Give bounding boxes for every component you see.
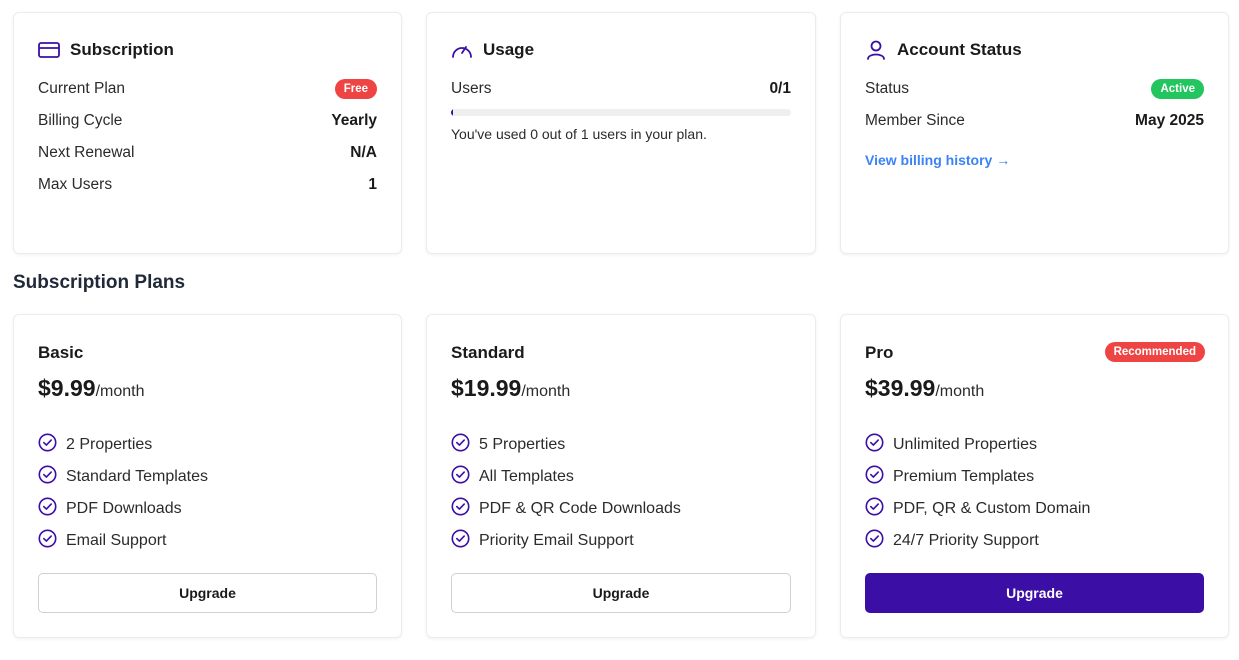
feature-text: All Templates [479,468,574,485]
plan-card-basic: Basic $9.99 /month 2 Properties Standard… [13,314,402,638]
feature-text: Premium Templates [893,468,1035,485]
check-circle-icon [38,529,57,553]
price-period: /month [95,383,145,400]
user-icon [865,40,887,60]
plan-card-standard: Standard $19.99 /month 5 Properties All … [426,314,816,638]
upgrade-button-basic[interactable]: Upgrade [38,573,377,613]
next-renewal-value: N/A [350,144,377,161]
current-plan-row: Current Plan Free [38,78,377,100]
users-row: Users 0/1 [451,78,791,100]
view-billing-history-link[interactable]: View billing history → [865,152,1010,168]
check-circle-icon [865,465,884,489]
feature-text: Priority Email Support [479,532,634,549]
plan-price: $39.99 /month [865,375,984,402]
usage-header: Usage [451,40,534,60]
users-value: 0/1 [769,80,791,97]
check-circle-icon [38,497,57,521]
subscription-card: Subscription Current Plan Free Billing C… [13,12,402,254]
feature-text: 24/7 Priority Support [893,532,1039,549]
next-renewal-row: Next Renewal N/A [38,142,377,164]
check-circle-icon [451,529,470,553]
plan-name: Pro [865,343,894,362]
feature-item: Unlimited Properties [865,429,1090,461]
plan-price: $19.99 /month [451,375,570,402]
plan-card-pro: Pro Recommended $39.99 /month Unlimited … [840,314,1229,638]
feature-item: 5 Properties [451,429,681,461]
check-circle-icon [865,433,884,457]
feature-text: PDF Downloads [66,500,182,517]
feature-text: PDF, QR & Custom Domain [893,500,1091,517]
price-amount: $39.99 [865,375,936,401]
feature-item: PDF, QR & Custom Domain [865,493,1090,525]
feature-item: Standard Templates [38,461,208,493]
status-row: Status Active [865,78,1204,100]
member-since-value: May 2025 [1135,112,1204,129]
feature-item: Priority Email Support [451,525,681,557]
feature-item: 24/7 Priority Support [865,525,1090,557]
member-since-row: Member Since May 2025 [865,110,1204,132]
max-users-value: 1 [368,176,377,193]
billing-cycle-label: Billing Cycle [38,112,123,129]
account-status-title: Account Status [897,40,1022,59]
current-plan-label: Current Plan [38,80,126,97]
account-status-card: Account Status Status Active Member Sinc… [840,12,1229,254]
plan-name: Basic [38,343,84,362]
users-label: Users [451,80,492,97]
usage-card: Usage Users 0/1 You've used 0 out of 1 u… [426,12,816,254]
check-circle-icon [865,497,884,521]
upgrade-button-pro[interactable]: Upgrade [865,573,1204,613]
feature-item: Premium Templates [865,461,1090,493]
feature-text: Unlimited Properties [893,436,1038,453]
check-circle-icon [865,529,884,553]
usage-note: You've used 0 out of 1 users in your pla… [451,126,707,142]
credit-card-icon [38,41,60,59]
max-users-label: Max Users [38,176,113,193]
check-circle-icon [451,433,470,457]
status-label: Status [865,80,909,97]
free-plan-badge: Free [334,79,377,99]
member-since-label: Member Since [865,112,965,129]
check-circle-icon [38,465,57,489]
usage-title: Usage [483,40,535,59]
feature-text: Email Support [66,532,167,549]
feature-list: 2 Properties Standard Templates PDF Down… [38,429,208,557]
billing-cycle-row: Billing Cycle Yearly [38,110,377,132]
price-period: /month [935,383,985,400]
plan-name: Standard [451,343,525,362]
check-circle-icon [38,433,57,457]
gauge-icon [451,41,473,59]
next-renewal-label: Next Renewal [38,144,135,161]
feature-list: 5 Properties All Templates PDF & QR Code… [451,429,681,557]
check-circle-icon [451,497,470,521]
subscription-plans-title: Subscription Plans [13,272,186,293]
plan-price: $9.99 /month [38,375,144,402]
recommended-badge: Recommended [1104,342,1205,362]
feature-item: All Templates [451,461,681,493]
billing-cycle-value: Yearly [331,112,377,129]
users-progress-fill [451,109,453,116]
check-circle-icon [451,465,470,489]
subscription-title: Subscription [70,40,174,59]
users-progress-bar [451,109,791,116]
max-users-row: Max Users 1 [38,174,377,196]
active-status-badge: Active [1151,79,1204,99]
feature-text: Standard Templates [66,468,209,485]
feature-text: 2 Properties [66,436,153,453]
feature-list: Unlimited Properties Premium Templates P… [865,429,1090,557]
price-amount: $19.99 [451,375,522,401]
account-status-header: Account Status [865,40,1022,60]
feature-item: Email Support [38,525,208,557]
upgrade-button-standard[interactable]: Upgrade [451,573,791,613]
feature-item: PDF & QR Code Downloads [451,493,681,525]
price-amount: $9.99 [38,375,96,401]
feature-item: 2 Properties [38,429,208,461]
subscription-header: Subscription [38,40,174,60]
feature-text: PDF & QR Code Downloads [479,500,681,517]
feature-text: 5 Properties [479,436,566,453]
price-period: /month [521,383,571,400]
feature-item: PDF Downloads [38,493,208,525]
